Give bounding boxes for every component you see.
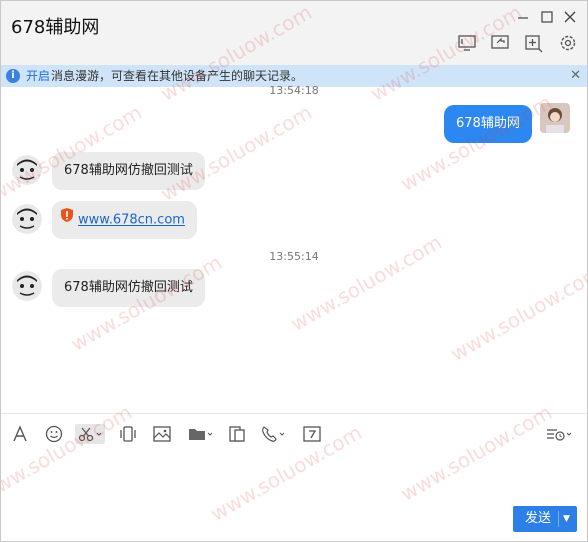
send-button-label: 发送 (525, 511, 552, 526)
message-bubble-received[interactable]: 678辅助网仿撤回测试 (52, 152, 205, 190)
message-bubble-received[interactable]: 678辅助网仿撤回测试 (52, 269, 205, 307)
doc-icon[interactable] (226, 424, 248, 444)
add-member-icon[interactable] (523, 33, 545, 53)
call-icon[interactable] (259, 424, 287, 444)
font-icon[interactable] (10, 424, 32, 444)
message-bubble-received-link[interactable]: www.678cn.com (52, 201, 197, 239)
maximize-icon[interactable] (539, 9, 555, 25)
image-icon[interactable] (151, 424, 173, 444)
message-link[interactable]: www.678cn.com (78, 213, 185, 228)
screen-share-icon[interactable] (456, 33, 478, 53)
message-input[interactable] (1, 453, 587, 541)
folder-icon[interactable] (187, 424, 215, 444)
shake-icon[interactable] (117, 424, 139, 444)
minimize-icon[interactable] (515, 9, 531, 25)
warning-shield-icon (60, 201, 74, 239)
info-icon: i (6, 69, 20, 83)
avatar-contact[interactable] (12, 271, 42, 301)
timestamp: 13:55:14 (269, 250, 319, 263)
send-options-icon[interactable]: ▼ (563, 506, 570, 532)
chat-window: 678辅助网 i 开启 消息漫游，可查看在其他设备产生的聊天记录。 ✕ 13:5… (0, 0, 588, 542)
message-list[interactable]: 13:54:18 678辅助网 678辅助网仿撤回测试 www.678cn.co… (1, 84, 587, 413)
send-divider (558, 511, 559, 527)
message-bubble-sent[interactable]: 678辅助网 (444, 105, 532, 143)
window-title: 678辅助网 (11, 17, 100, 38)
calendar-icon[interactable] (301, 424, 323, 444)
close-icon[interactable] (562, 9, 578, 25)
emoji-icon[interactable] (43, 424, 65, 444)
title-bar: 678辅助网 (1, 1, 587, 63)
screenshot-scissors-icon[interactable] (75, 424, 105, 444)
input-toolbar (1, 413, 587, 454)
timestamp: 13:54:18 (269, 84, 319, 97)
send-button[interactable]: 发送 ▼ (513, 506, 577, 532)
remote-assist-icon[interactable] (489, 33, 511, 53)
history-icon[interactable] (545, 424, 575, 444)
avatar-contact[interactable] (12, 204, 42, 234)
avatar-self[interactable] (540, 103, 570, 133)
avatar-contact[interactable] (12, 155, 42, 185)
settings-icon[interactable] (557, 33, 579, 53)
